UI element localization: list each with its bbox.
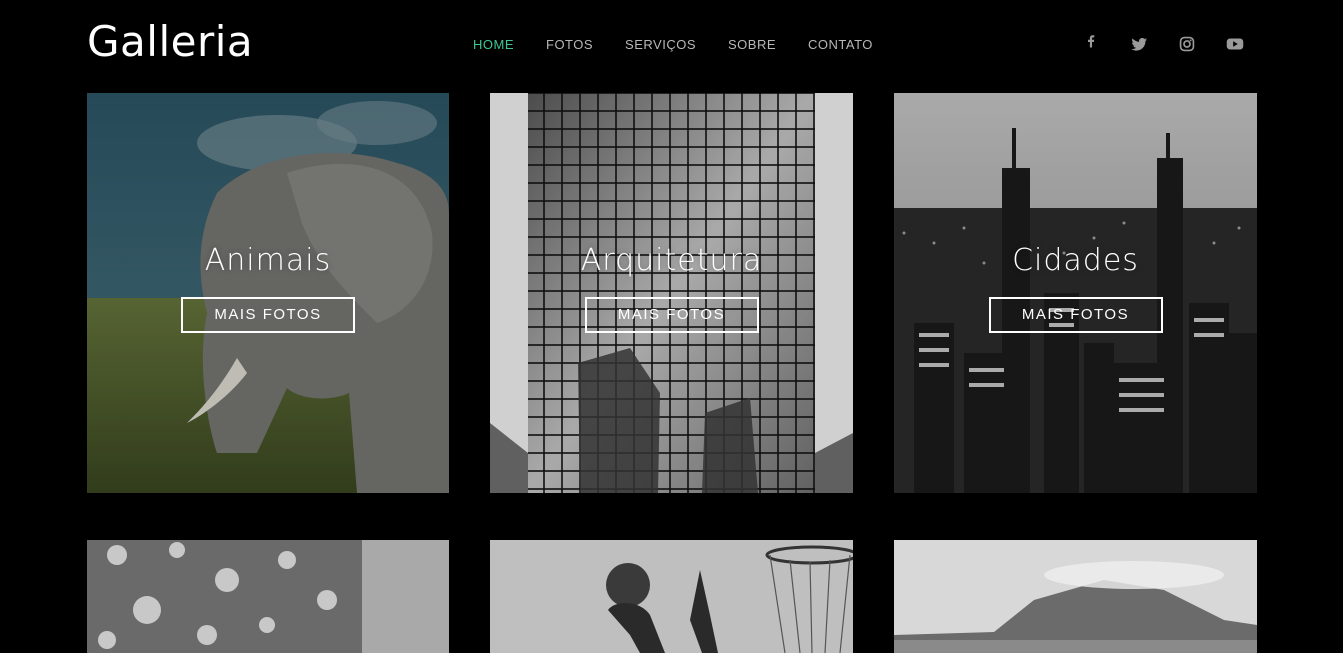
facebook-icon[interactable] [1080, 33, 1102, 55]
gallery-card-row2-3[interactable] [894, 540, 1257, 653]
card-title: Cidades [1012, 243, 1139, 278]
mais-fotos-button[interactable]: MAIS FOTOS [181, 297, 355, 333]
city-skyline-photo [894, 93, 1257, 493]
site-logo[interactable]: Galleria [87, 14, 253, 70]
gallery-card-animais[interactable]: Animais MAIS FOTOS [87, 93, 449, 493]
card-title: Animais [204, 243, 332, 278]
twitter-icon[interactable] [1128, 33, 1150, 55]
gallery-card-row2-2[interactable] [490, 540, 853, 653]
nav-item-contato[interactable]: CONTATO [808, 36, 873, 54]
nav-item-home[interactable]: HOME [473, 36, 514, 54]
basketball-player-photo [490, 540, 853, 653]
gallery-card-row2-1[interactable] [87, 540, 449, 653]
mais-fotos-button[interactable]: MAIS FOTOS [988, 297, 1163, 333]
youtube-icon[interactable] [1224, 33, 1246, 55]
elephant-photo [87, 93, 449, 493]
building-photo [490, 93, 853, 493]
mais-fotos-button[interactable]: MAIS FOTOS [584, 297, 759, 333]
gallery-card-arquitetura[interactable]: Arquitetura MAIS FOTOS [490, 93, 853, 493]
mountain-landscape-photo [894, 540, 1257, 653]
main-nav: HOME FOTOS SERVIÇOS SOBRE CONTATO [473, 36, 873, 54]
nav-item-sobre[interactable]: SOBRE [728, 36, 776, 54]
social-links [1080, 33, 1246, 55]
nav-item-servicos[interactable]: SERVIÇOS [625, 36, 696, 54]
gallery-card-cidades[interactable]: Cidades MAIS FOTOS [894, 93, 1257, 493]
instagram-icon[interactable] [1176, 33, 1198, 55]
nav-item-fotos[interactable]: FOTOS [546, 36, 593, 54]
bokeh-lights-photo [87, 540, 449, 653]
card-title: Arquitetura [580, 243, 763, 278]
